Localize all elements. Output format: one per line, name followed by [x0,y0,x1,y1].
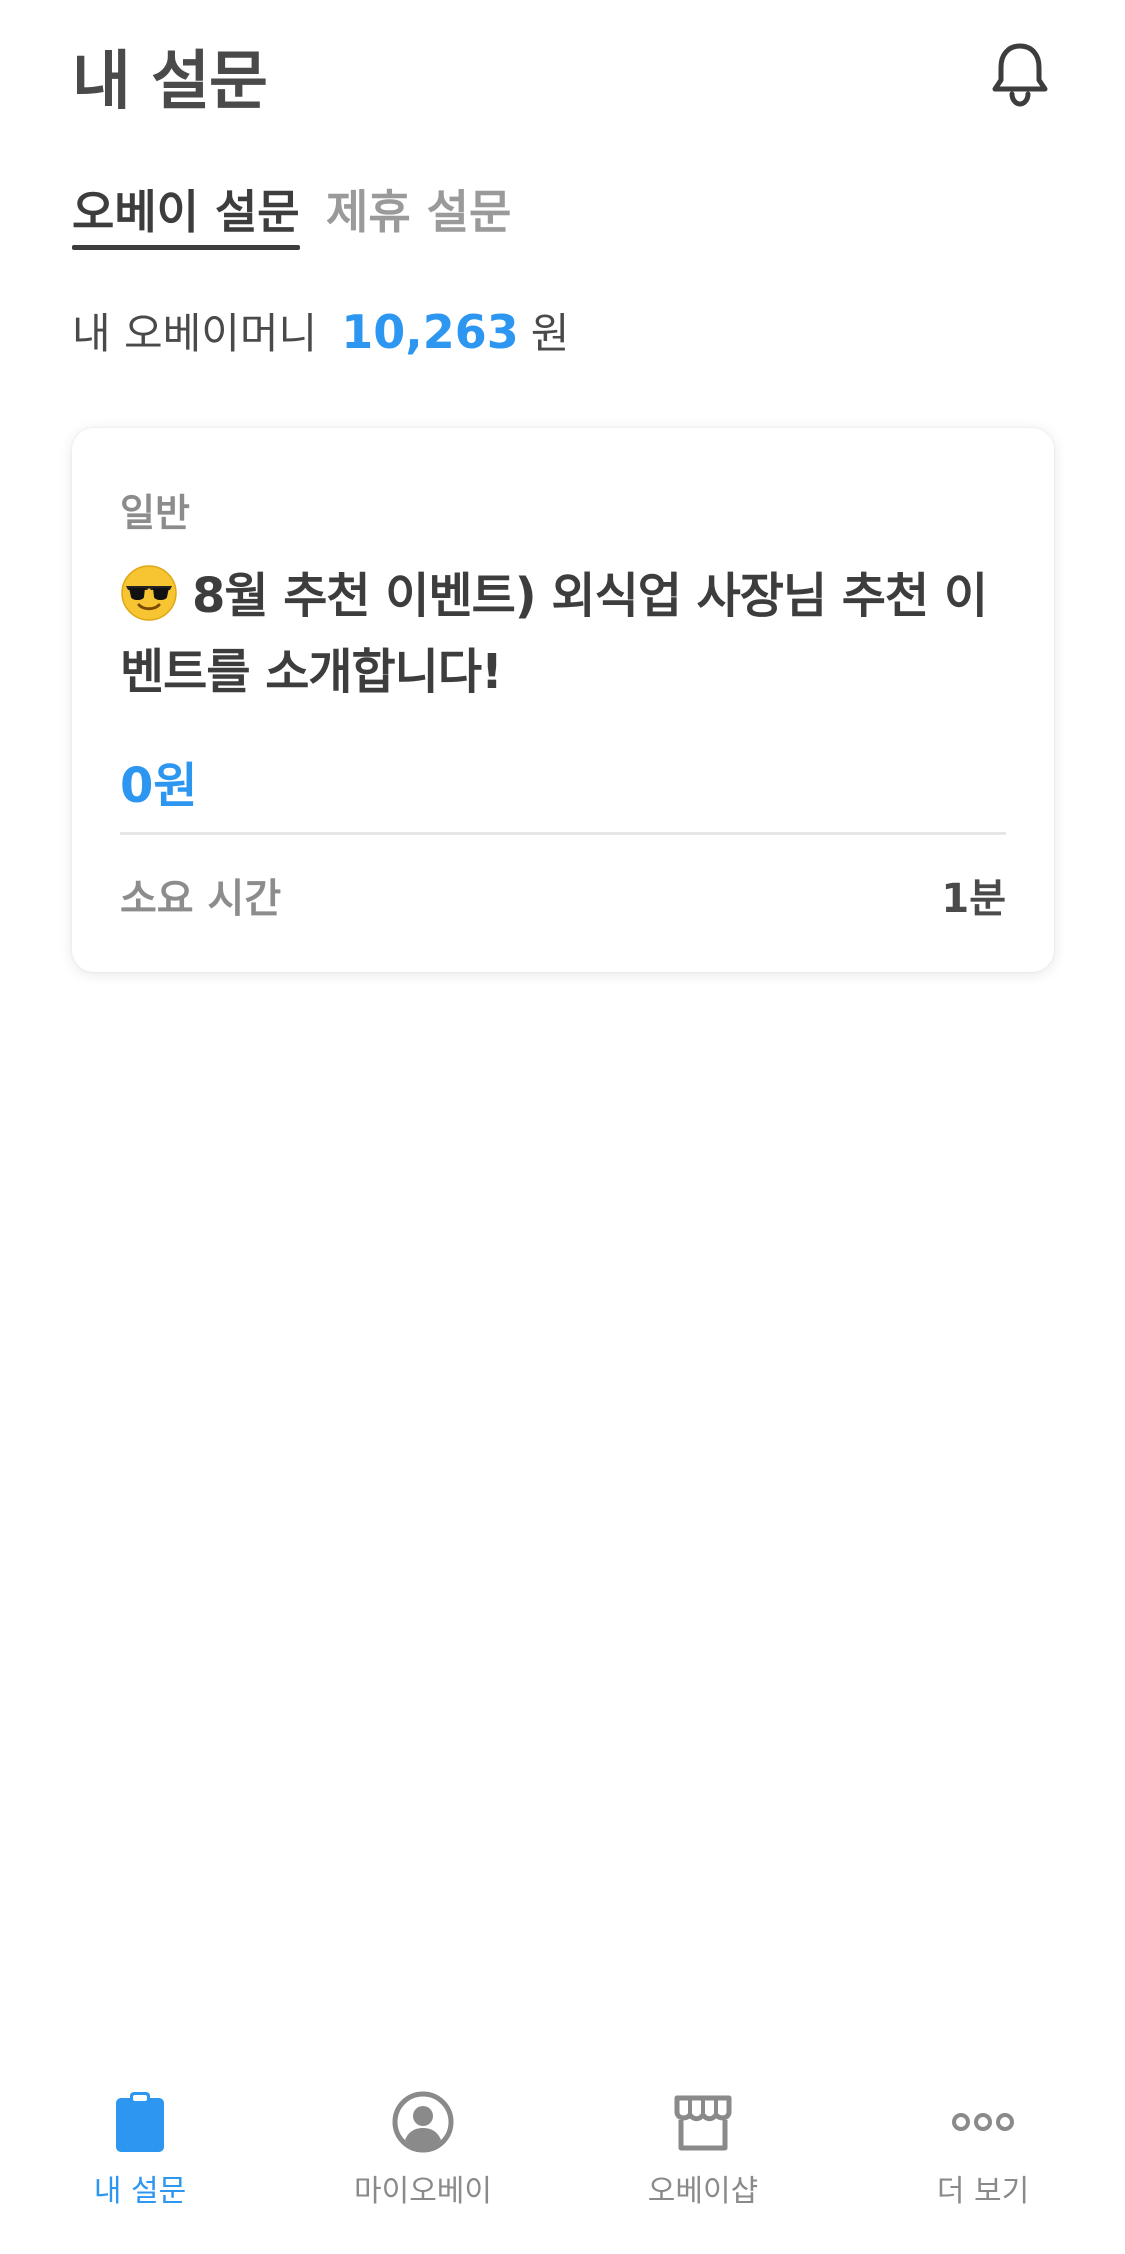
survey-category: 일반 [120,491,190,535]
nav-label: 마이오베이 [354,2174,492,2209]
more-icon [949,2088,1017,2156]
nav-item-my-survey[interactable]: 내 설문 [40,2088,240,2238]
time-value: 1분 [941,876,1006,922]
survey-title-row: 8월 추천 이벤트) 외식업 사장님 추천 이벤트를 소개합니다! [120,558,1020,710]
bell-icon[interactable] [984,38,1056,110]
sunglasses-emoji-icon [120,564,178,622]
profile-icon [389,2088,457,2156]
survey-title: 8월 추천 이벤트) 외식업 사장님 추천 이벤트를 소개합니다! [120,568,988,700]
nav-label: 오베이샵 [647,2174,759,2209]
tab-obey-survey[interactable]: 오베이 설문 [72,176,300,250]
time-label: 소요 시간 [120,876,282,922]
card-divider [120,832,1006,835]
nav-label: 내 설문 [93,2174,187,2209]
tab-partner-survey[interactable]: 제휴 설문 [326,176,511,250]
nav-item-obey-shop[interactable]: 오베이샵 [603,2088,803,2238]
money-unit: 원 [530,309,570,358]
my-survey-screen: 내 설문 오베이 설문 제휴 설문 내 오베이머니 10,263 원 일반 8월… [0,0,1125,2254]
survey-reward: 0원 [120,758,198,814]
shop-icon [669,2088,737,2156]
clipboard-icon [106,2088,174,2156]
bottom-nav: 내 설문 마이오베이 오베이샵 더 보기 [0,2070,1125,2254]
money-amount: 10,263 [341,305,519,359]
nav-label: 더 보기 [936,2174,1030,2209]
obey-money-balance: 내 오베이머니 10,263 원 [72,300,569,360]
nav-item-my-obey[interactable]: 마이오베이 [323,2088,523,2238]
survey-card[interactable]: 일반 8월 추천 이벤트) 외식업 사장님 추천 이벤트를 소개합니다! 0원 … [72,428,1054,972]
page-title: 내 설문 [72,45,268,119]
nav-item-more[interactable]: 더 보기 [883,2088,1083,2238]
money-label: 내 오베이머니 [72,309,318,358]
